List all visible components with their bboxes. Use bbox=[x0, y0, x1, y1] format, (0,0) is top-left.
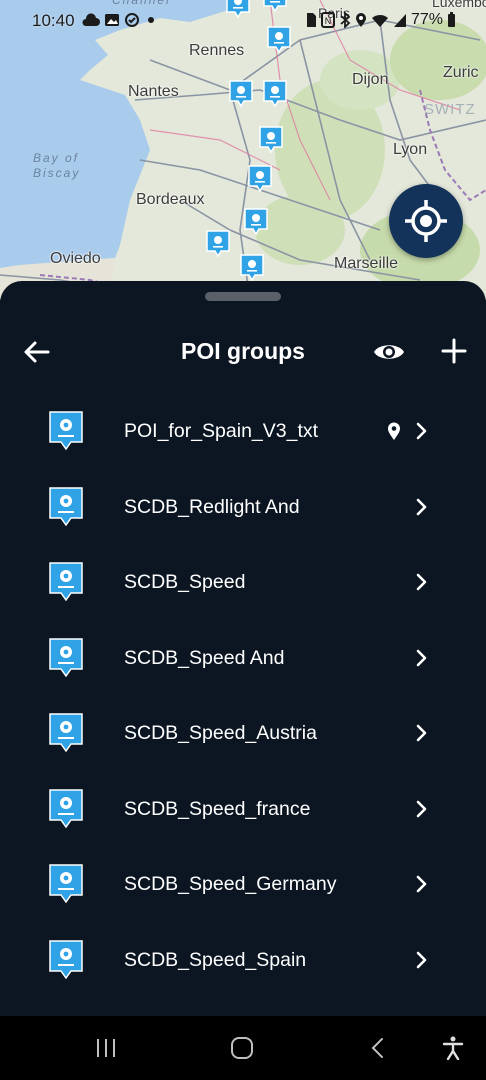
map-poi-marker-icon[interactable] bbox=[205, 229, 231, 259]
page-title: POI groups bbox=[181, 338, 305, 364]
signal-icon bbox=[393, 14, 406, 27]
poi-group-row[interactable]: SCDB_Speed_Spain bbox=[0, 923, 486, 999]
chevron-right-icon bbox=[416, 800, 427, 817]
map-poi-marker-icon[interactable] bbox=[239, 253, 265, 283]
map-view[interactable]: Rennes Nantes Bordeaux Oviedo Dijon Lyon… bbox=[0, 0, 486, 300]
map-label-switzerland: SWITZ bbox=[424, 101, 476, 118]
poi-group-icon bbox=[49, 788, 83, 828]
poi-group-icon bbox=[49, 411, 83, 451]
poi-group-row[interactable]: SCDB_Speed_Austria bbox=[0, 696, 486, 772]
chevron-right-icon bbox=[416, 875, 427, 893]
poi-group-label: SCDB_Speed bbox=[124, 571, 246, 593]
map-label-dijon: Dijon bbox=[352, 71, 389, 88]
poi-group-row[interactable]: SCDB_Speed bbox=[0, 545, 486, 621]
map-label-bordeaux: Bordeaux bbox=[136, 191, 205, 208]
poi-group-row[interactable]: POI_for_Spain_V3_txt bbox=[0, 394, 486, 470]
map-label-nantes: Nantes bbox=[128, 83, 179, 100]
poi-group-label: SCDB_Speed_france bbox=[124, 797, 311, 820]
poi-group-label: SCDB_Speed_Austria bbox=[124, 722, 317, 744]
map-poi-marker-icon[interactable] bbox=[258, 125, 284, 155]
map-label-rennes: Rennes bbox=[189, 42, 245, 59]
poi-groups-sheet: POI groups POI_for_Spain_V3_txt SCDB_Red… bbox=[0, 281, 486, 1016]
plus-icon[interactable] bbox=[441, 338, 467, 364]
wifi-icon bbox=[371, 14, 388, 27]
battery-icon bbox=[448, 12, 455, 27]
locate-me-button[interactable] bbox=[389, 184, 463, 258]
home-icon[interactable] bbox=[230, 1036, 254, 1060]
sheet-header: POI groups bbox=[0, 329, 486, 373]
status-time: 10:40 bbox=[32, 11, 75, 30]
poi-group-row[interactable]: SCDB_Speed_Germany bbox=[0, 847, 486, 923]
system-navigation-bar bbox=[0, 1016, 486, 1080]
map-label-bay-of-biscay: Bay of Biscay bbox=[33, 151, 81, 180]
chevron-right-icon bbox=[416, 573, 427, 591]
chevron-right-icon bbox=[416, 649, 427, 666]
image-icon bbox=[105, 14, 119, 26]
poi-group-icon bbox=[49, 939, 83, 979]
map-poi-marker-icon[interactable] bbox=[243, 207, 269, 237]
poi-group-label: SCDB_Speed_Germany bbox=[124, 873, 337, 895]
poi-group-icon bbox=[49, 562, 83, 602]
poi-group-icon bbox=[49, 486, 83, 526]
poi-group-label: SCDB_Speed_Spain bbox=[124, 948, 307, 971]
sim-icon bbox=[306, 13, 316, 27]
poi-group-row[interactable]: SCDB_Speed And bbox=[0, 621, 486, 697]
map-label-zurich: Zuric bbox=[443, 64, 479, 81]
poi-group-icon bbox=[49, 713, 83, 753]
map-poi-marker-icon[interactable] bbox=[262, 79, 288, 109]
status-notification-icons bbox=[82, 12, 158, 28]
poi-group-label: POI_for_Spain_V3_txt bbox=[124, 420, 319, 442]
poi-group-list: POI_for_Spain_V3_txt SCDB_Redlight And S… bbox=[0, 394, 486, 998]
status-system-icons: N 77% bbox=[305, 11, 456, 29]
map-poi-marker-icon[interactable] bbox=[247, 164, 273, 194]
accessibility-icon[interactable] bbox=[441, 1036, 465, 1060]
svg-text:N: N bbox=[325, 16, 332, 26]
poi-group-icon bbox=[49, 637, 83, 677]
recent-apps-icon[interactable] bbox=[94, 1036, 118, 1060]
map-poi-marker-icon[interactable] bbox=[228, 79, 254, 109]
poi-group-label: SCDB_Speed And bbox=[124, 646, 285, 669]
poi-group-label: SCDB_Redlight And bbox=[124, 495, 300, 518]
chevron-right-icon bbox=[416, 951, 427, 968]
poi-group-row[interactable]: SCDB_Redlight And bbox=[0, 470, 486, 546]
chevron-right-icon bbox=[416, 422, 427, 440]
poi-group-row[interactable]: SCDB_Speed_france bbox=[0, 772, 486, 848]
battery-percent: 77% bbox=[410, 11, 443, 28]
eye-icon[interactable] bbox=[372, 337, 406, 367]
cloud-icon bbox=[82, 13, 100, 26]
location-pin-icon bbox=[388, 422, 400, 440]
dot-icon bbox=[148, 17, 154, 23]
poi-group-icon bbox=[49, 864, 83, 904]
chevron-right-icon bbox=[416, 498, 427, 515]
map-label-oviedo: Oviedo bbox=[50, 250, 101, 267]
crosshair-icon bbox=[405, 200, 447, 242]
map-label-marseille: Marseille bbox=[334, 255, 399, 272]
bluetooth-icon bbox=[340, 12, 351, 28]
chevron-right-icon bbox=[416, 724, 427, 742]
nfc-icon: N bbox=[320, 12, 335, 28]
status-bar: 10:40 N 77% bbox=[0, 0, 486, 42]
sync-icon bbox=[125, 13, 139, 27]
back-icon[interactable] bbox=[368, 1036, 388, 1060]
sheet-drag-handle[interactable] bbox=[205, 292, 281, 301]
location-icon bbox=[355, 13, 366, 27]
map-label-lyon: Lyon bbox=[393, 141, 428, 158]
